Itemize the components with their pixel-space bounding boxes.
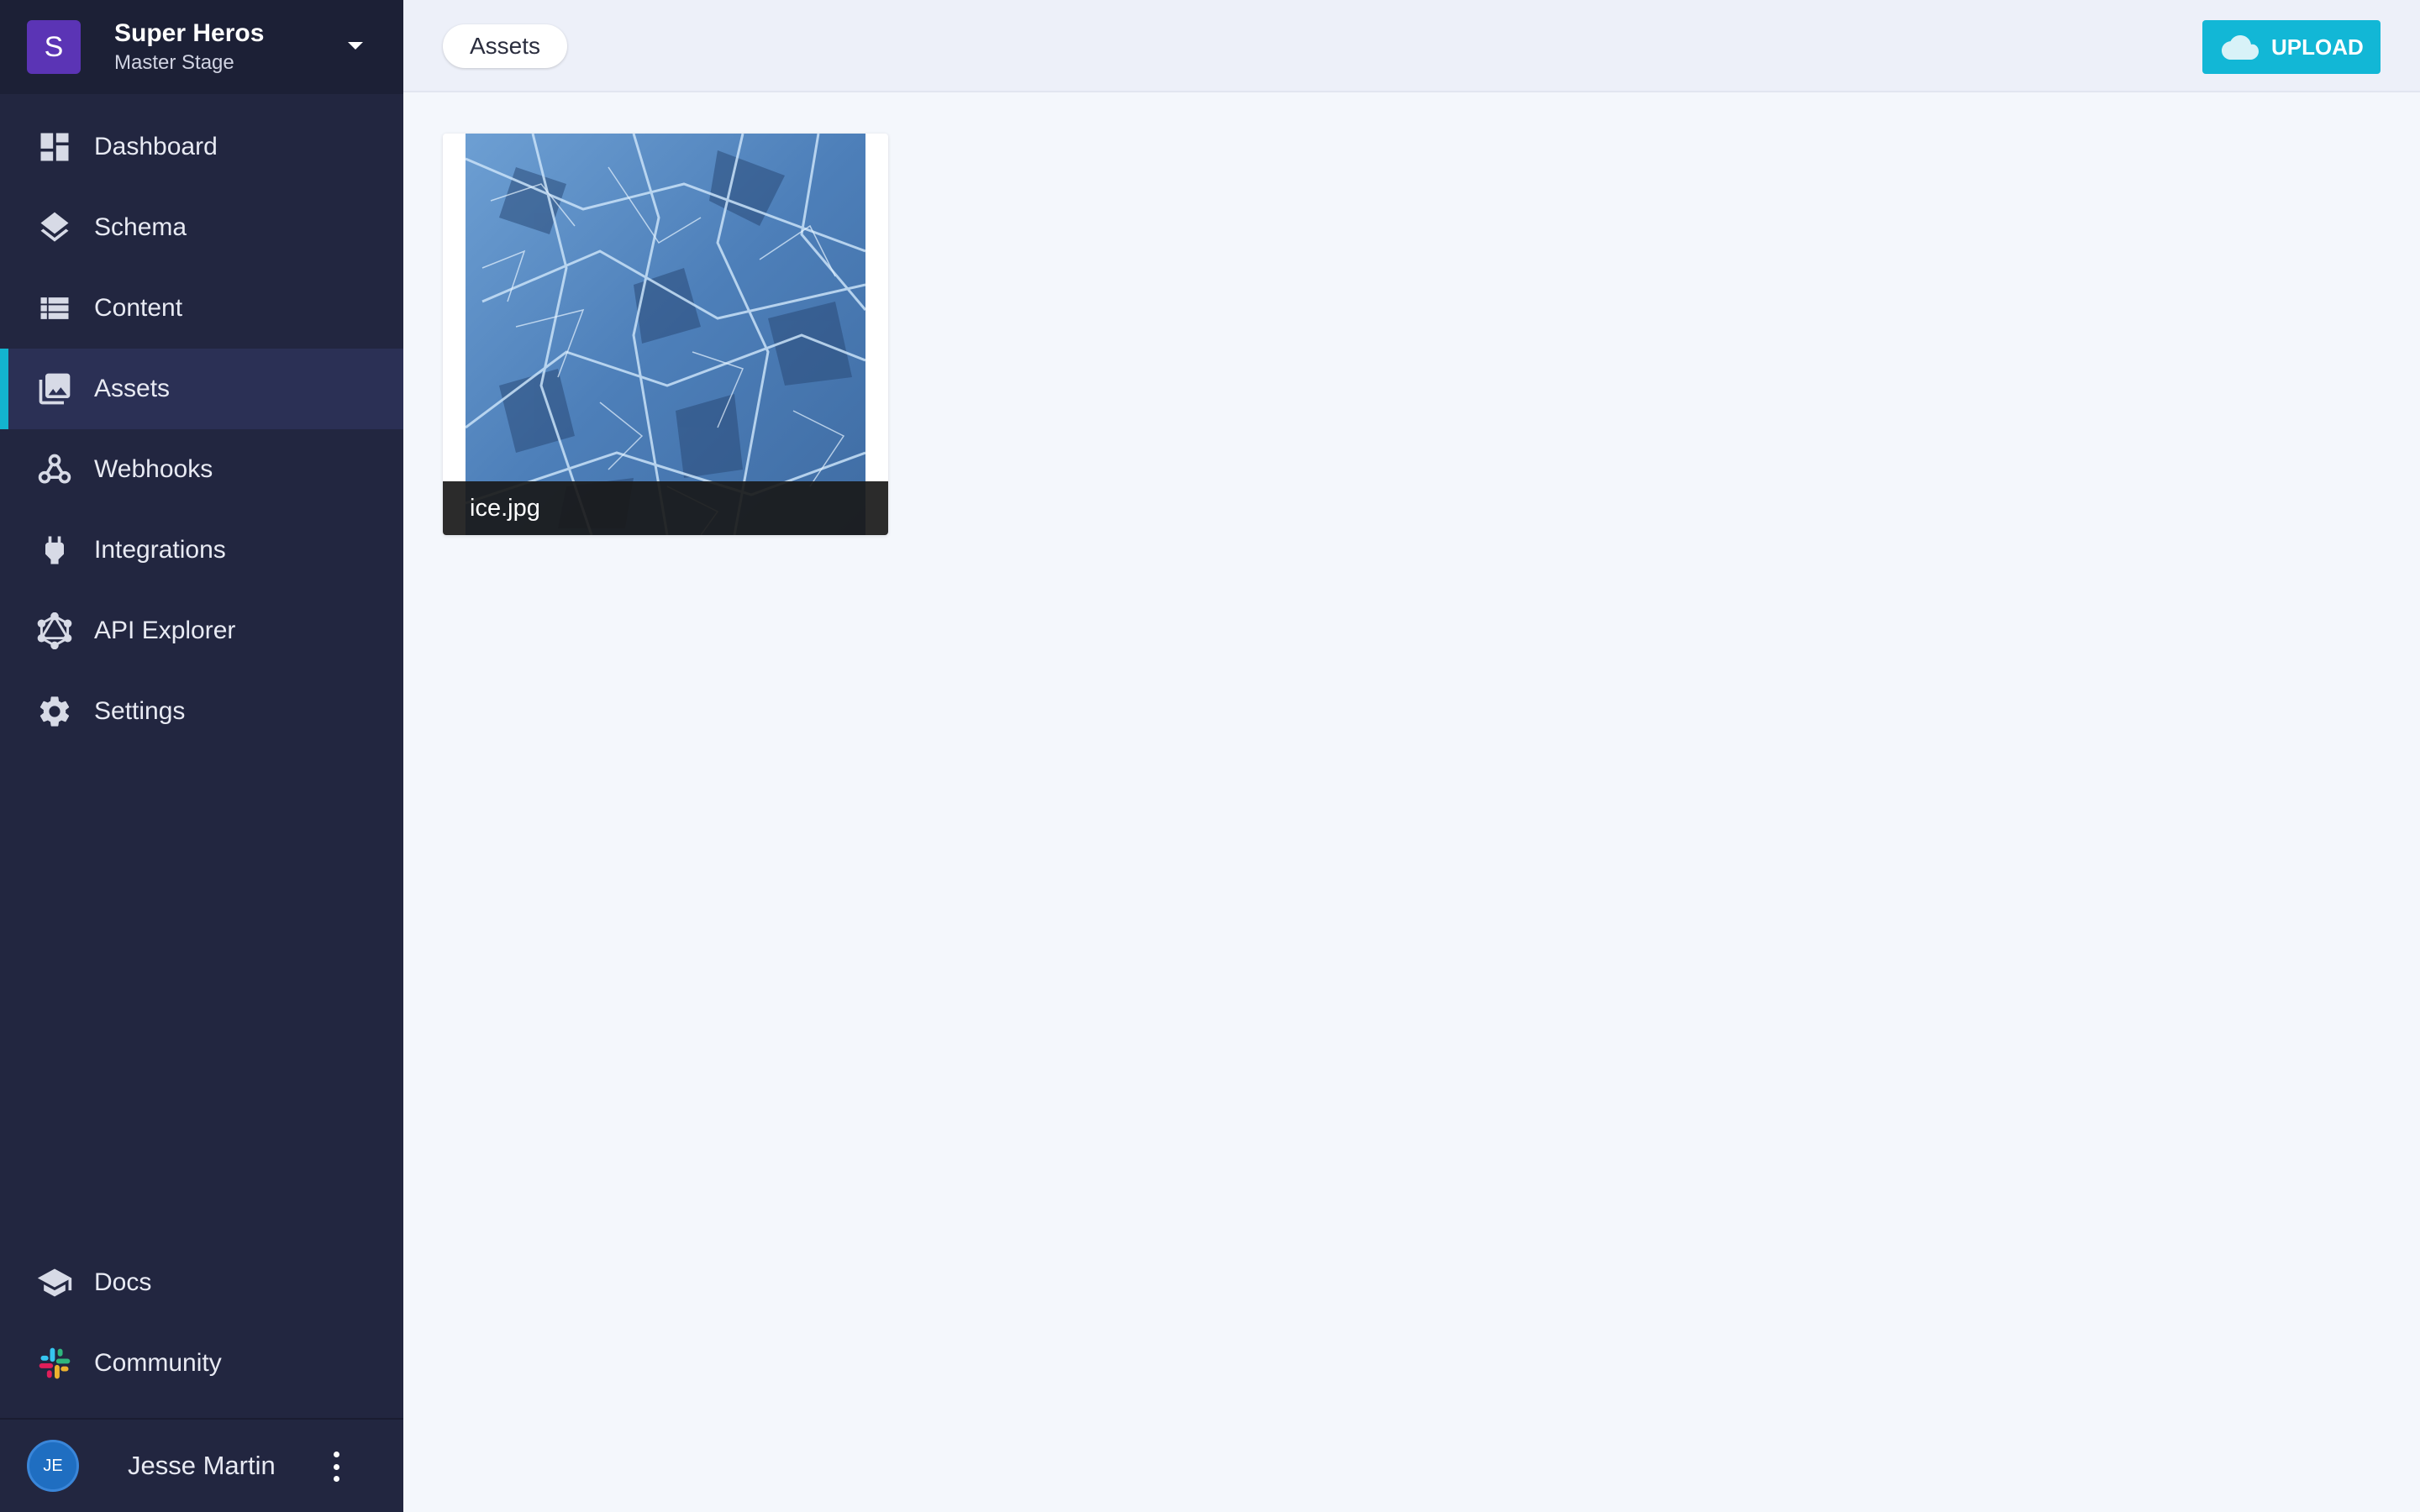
main-nav: Dashboard Schema Content Assets Webhooks… (0, 107, 403, 752)
sidebar-item-assets[interactable]: Assets (0, 349, 403, 429)
plug-icon (35, 531, 74, 570)
sidebar-item-schema[interactable]: Schema (0, 187, 403, 268)
top-bar: Assets UPLOAD (403, 0, 2420, 92)
project-switcher[interactable]: S Super Heros Master Stage (0, 0, 403, 94)
sidebar-item-integrations[interactable]: Integrations (0, 510, 403, 591)
image-library-icon (35, 370, 74, 408)
project-avatar: S (27, 20, 81, 74)
more-vertical-icon[interactable] (328, 1452, 345, 1482)
sidebar-item-dashboard[interactable]: Dashboard (0, 107, 403, 187)
sidebar-item-api-explorer[interactable]: API Explorer (0, 591, 403, 671)
user-profile[interactable]: JE Jesse Martin (0, 1420, 403, 1512)
sidebar-item-webhooks[interactable]: Webhooks (0, 429, 403, 510)
sidebar-item-label: Assets (94, 375, 171, 402)
project-info: Super Heros Master Stage (114, 18, 264, 76)
sidebar-item-label: Community (94, 1349, 222, 1377)
dashboard-icon (35, 128, 74, 166)
upload-button[interactable]: UPLOAD (2202, 20, 2381, 74)
asset-card[interactable]: ice.jpg (443, 134, 888, 535)
sidebar-item-content[interactable]: Content (0, 268, 403, 349)
webhook-icon (35, 450, 74, 489)
sidebar-item-settings[interactable]: Settings (0, 671, 403, 752)
asset-filename: ice.jpg (443, 481, 888, 535)
graduation-cap-icon (35, 1263, 74, 1302)
list-icon (35, 289, 74, 328)
project-name: Super Heros (114, 19, 265, 47)
graphql-icon (35, 612, 74, 650)
cloud-icon (2222, 35, 2259, 60)
sidebar-item-label: Webhooks (94, 455, 213, 483)
avatar: JE (27, 1440, 79, 1492)
breadcrumb[interactable]: Assets (443, 24, 568, 68)
sidebar-item-label: Settings (94, 697, 186, 725)
sidebar-item-label: Dashboard (94, 133, 218, 160)
layers-icon (35, 208, 74, 247)
sidebar-item-label: API Explorer (94, 617, 236, 644)
project-stage: Master Stage (114, 51, 234, 74)
upload-label: UPLOAD (2271, 34, 2364, 60)
sidebar-item-label: Content (94, 294, 183, 322)
asset-thumbnail (466, 134, 865, 535)
sidebar-item-label: Integrations (94, 536, 226, 564)
user-name: Jesse Martin (128, 1451, 276, 1480)
sidebar-item-docs[interactable]: Docs (0, 1242, 403, 1323)
sidebar-item-label: Schema (94, 213, 187, 241)
secondary-nav: Docs Community (0, 1242, 403, 1404)
slack-icon (35, 1344, 74, 1383)
sidebar-item-label: Docs (94, 1268, 152, 1296)
gear-icon (35, 692, 74, 731)
sidebar-item-community[interactable]: Community (0, 1323, 403, 1404)
caret-down-icon[interactable] (348, 42, 363, 50)
sidebar: S Super Heros Master Stage Dashboard Sch… (0, 0, 403, 1512)
